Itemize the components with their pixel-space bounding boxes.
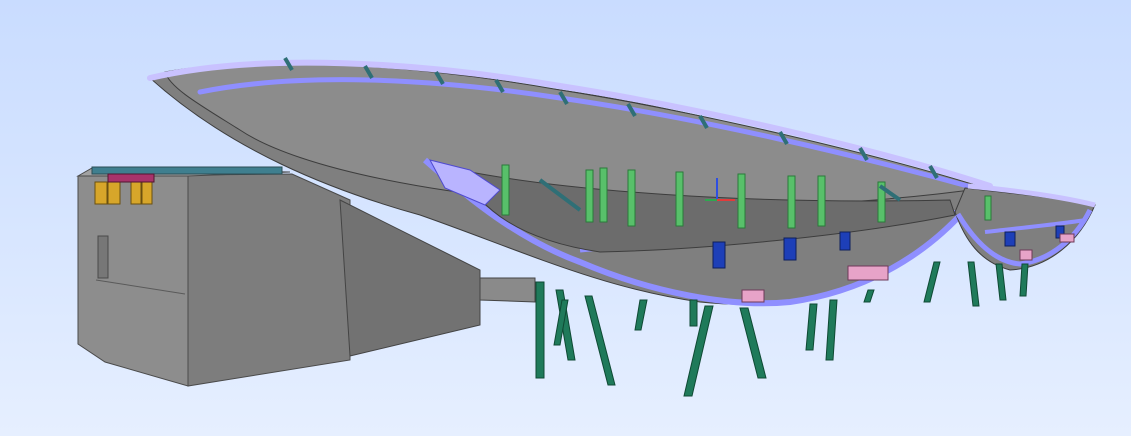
3d-viewport[interactable] bbox=[0, 0, 1131, 436]
structural-model-render[interactable] bbox=[0, 0, 1131, 436]
left-building-panel-yellow-1 bbox=[94, 181, 108, 205]
left-building-panel-yellow-2 bbox=[107, 181, 121, 205]
left-building-opening bbox=[97, 235, 109, 279]
left-building-front-face bbox=[77, 174, 189, 387]
left-building bbox=[76, 166, 351, 387]
left-building-panel-yellow-4 bbox=[141, 181, 153, 205]
left-building-side-face bbox=[187, 173, 351, 387]
podium-block bbox=[479, 277, 536, 303]
left-building-panel-yellow-3 bbox=[130, 181, 142, 205]
left-building-panel-magenta bbox=[107, 173, 155, 183]
roof-strip bbox=[91, 166, 283, 175]
